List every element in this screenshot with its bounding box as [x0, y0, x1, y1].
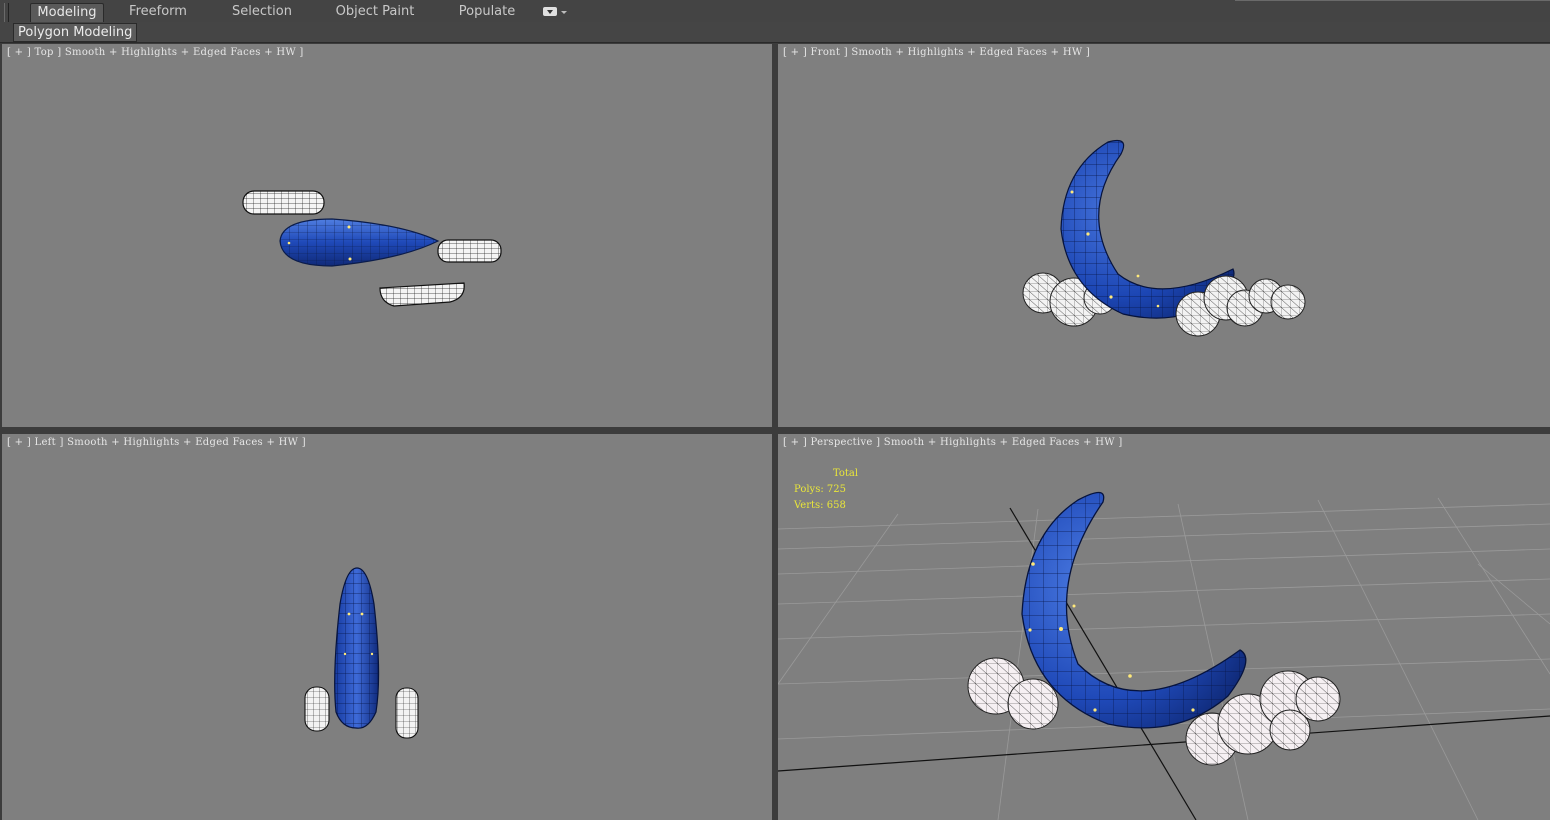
tab-modeling[interactable]: Modeling [30, 3, 104, 22]
viewport-perspective-scene [778, 491, 1550, 820]
tab-populate[interactable]: Populate [452, 3, 522, 21]
ribbon-divider [1235, 0, 1550, 1]
verts-value: 658 [826, 500, 846, 511]
polys-value: 725 [826, 484, 846, 495]
moon-mesh [279, 218, 440, 267]
stats-header: Total [833, 468, 859, 479]
cloud-mesh [437, 239, 502, 263]
viewport-perspective[interactable]: [ + ] Perspective ] Smooth + Highlights … [778, 434, 1550, 820]
ribbon-panel-bar: Polygon Modeling [0, 22, 1550, 43]
ground-grid [778, 497, 1550, 820]
ribbon-menu-icon [543, 7, 557, 16]
polys-label: Polys: [794, 484, 824, 495]
verts-label: Verts: [794, 500, 824, 511]
poly-stats: Total Polys: 725 Verts: 658 [794, 466, 858, 514]
tab-freeform[interactable]: Freeform [122, 3, 194, 21]
cloud-mesh [379, 282, 465, 307]
ribbon-options-dropdown[interactable] [543, 6, 567, 18]
viewport-top[interactable]: [ + ] Top ] Smooth + Highlights + Edged … [2, 44, 772, 427]
viewport-left-label[interactable]: [ + ] Left ] Smooth + Highlights + Edged… [7, 437, 306, 448]
tab-object-paint[interactable]: Object Paint [332, 3, 418, 21]
viewport-perspective-label[interactable]: [ + ] Perspective ] Smooth + Highlights … [783, 437, 1123, 448]
tab-polygon-modeling[interactable]: Polygon Modeling [13, 23, 138, 42]
stats-polys: Polys: 725 [794, 482, 858, 498]
world-axes [778, 507, 1550, 820]
cloud-mesh [242, 190, 325, 215]
viewport-front[interactable]: [ + ] Front ] Smooth + Highlights + Edge… [778, 44, 1550, 427]
stats-verts: Verts: 658 [794, 498, 858, 514]
viewport-front-scene [1022, 139, 1306, 337]
viewport-top-label[interactable]: [ + ] Top ] Smooth + Highlights + Edged … [7, 47, 304, 58]
tab-selection[interactable]: Selection [224, 3, 300, 21]
viewport-top-scene [242, 190, 502, 307]
viewport-left[interactable]: [ + ] Left ] Smooth + Highlights + Edged… [2, 434, 772, 820]
viewport-front-label[interactable]: [ + ] Front ] Smooth + Highlights + Edge… [783, 47, 1090, 58]
viewport-left-scene [304, 567, 419, 739]
chevron-down-icon [561, 11, 567, 14]
ribbon-tabs: Modeling Freeform Selection Object Paint… [0, 0, 1550, 39]
moon-mesh [334, 567, 380, 729]
